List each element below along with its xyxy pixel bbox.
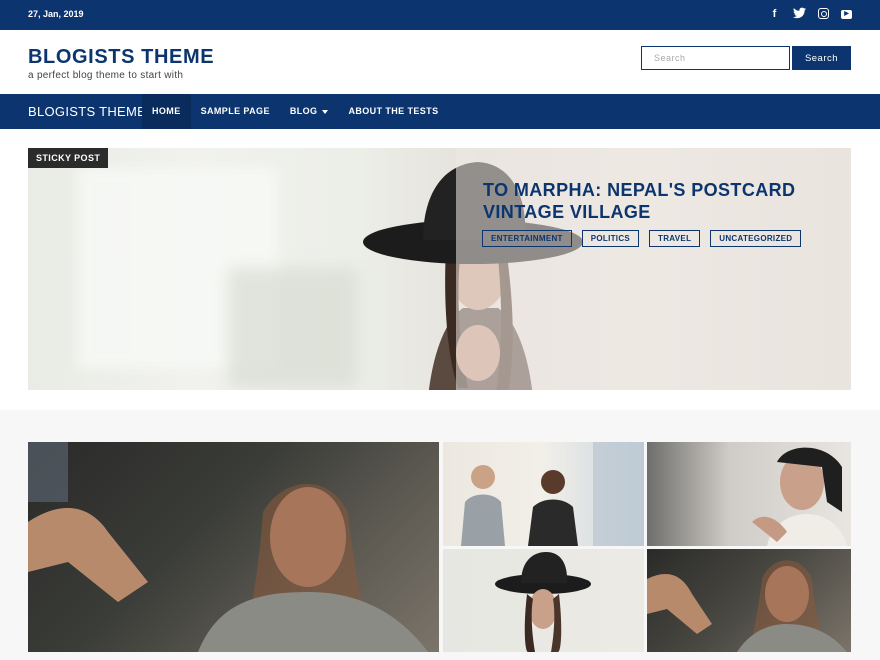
category-tag[interactable]: POLITICS (581, 230, 640, 247)
nav-menu: HOME SAMPLE PAGE BLOG ABOUT THE TESTS (142, 94, 448, 129)
post-tile[interactable] (647, 549, 851, 652)
site-header: BLOGISTS THEME a perfect blog theme to s… (0, 30, 880, 94)
youtube-icon[interactable]: ▶ (841, 10, 852, 19)
post-tile-large[interactable] (28, 442, 439, 652)
featured-section: STICKY POST TO MARPHA: NEPAL'S POSTCARD … (0, 129, 880, 410)
nav-item-blog[interactable]: BLOG (280, 94, 339, 129)
current-date: 27, Jan, 2019 (28, 9, 84, 19)
main-navigation: BLOGISTS THEME HOME SAMPLE PAGE BLOG ABO… (0, 94, 880, 129)
site-title[interactable]: BLOGISTS THEME (28, 46, 214, 69)
post-categories: ENTERTAINMENT POLITICS TRAVEL UNCATEGORI… (482, 230, 802, 247)
facebook-icon[interactable]: f (768, 7, 781, 21)
search-button[interactable]: Search (792, 46, 851, 70)
category-tag[interactable]: UNCATEGORIZED (710, 230, 802, 247)
nav-brand[interactable]: BLOGISTS THEME (28, 104, 146, 119)
featured-post-title[interactable]: TO MARPHA: NEPAL'S POSTCARD VINTAGE VILL… (483, 179, 833, 223)
post-tile[interactable] (647, 442, 851, 546)
search-input[interactable] (641, 46, 790, 70)
sticky-post-badge: STICKY POST (28, 148, 109, 168)
nav-item-home[interactable]: HOME (142, 94, 191, 129)
category-tag[interactable]: ENTERTAINMENT (482, 230, 572, 247)
post-grid (28, 442, 851, 652)
top-bar: 27, Jan, 2019 f ▶ (0, 0, 880, 30)
instagram-icon[interactable] (818, 8, 829, 19)
category-tag[interactable]: TRAVEL (649, 230, 701, 247)
post-tile[interactable] (443, 442, 644, 546)
nav-item-sample-page[interactable]: SAMPLE PAGE (191, 94, 280, 129)
nav-item-about-the-tests[interactable]: ABOUT THE TESTS (338, 94, 448, 129)
post-tile[interactable] (443, 549, 644, 652)
social-links: f ▶ (768, 7, 852, 21)
twitter-icon[interactable] (793, 7, 806, 21)
site-tagline: a perfect blog theme to start with (28, 70, 184, 81)
chevron-down-icon (322, 109, 329, 114)
